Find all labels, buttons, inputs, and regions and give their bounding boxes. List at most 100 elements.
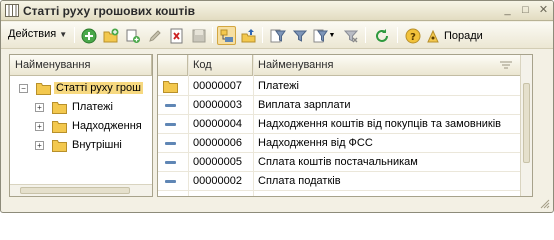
folder-icon bbox=[163, 81, 178, 93]
tips-icon bbox=[427, 29, 439, 42]
maximize-icon[interactable]: □ bbox=[519, 4, 532, 17]
delete-icon bbox=[170, 28, 182, 43]
tips-label: Поради bbox=[444, 29, 483, 42]
table-row[interactable]: 00000004 Надходження коштів від покупців… bbox=[158, 115, 521, 134]
hierarchy-view-icon bbox=[220, 29, 233, 42]
row-name: Сплата податків bbox=[258, 175, 341, 187]
list-vertical-scrollbar[interactable] bbox=[520, 55, 532, 196]
row-name: Сплата коштів постачальникам bbox=[258, 156, 418, 168]
column-header-name[interactable]: Найменування bbox=[253, 55, 521, 76]
row-code: 00000002 bbox=[193, 175, 242, 187]
actions-label: Действия bbox=[8, 28, 57, 40]
add-folder-icon bbox=[103, 28, 118, 42]
row-name: Надходження від ФСС bbox=[258, 137, 373, 149]
scrollbar-thumb[interactable] bbox=[20, 187, 130, 194]
table-row[interactable]: 00000002 Сплата податків bbox=[158, 172, 521, 191]
row-code: 00000007 bbox=[193, 80, 242, 92]
filter-icon bbox=[270, 29, 286, 42]
tree-root-label: Статті руху грош bbox=[54, 82, 143, 94]
hierarchy-view-button[interactable] bbox=[217, 26, 236, 45]
toolbar-divider bbox=[212, 27, 213, 43]
item-icon bbox=[165, 104, 176, 107]
add-button[interactable] bbox=[79, 26, 98, 45]
close-icon[interactable]: ✕ bbox=[537, 4, 550, 17]
tree-item[interactable]: + Надходження bbox=[10, 117, 152, 136]
row-code: 00000004 bbox=[193, 118, 242, 130]
tree-item-label: Платежі bbox=[72, 101, 113, 113]
row-code: 00000003 bbox=[193, 99, 242, 111]
main-window: Статті руху грошових коштів _ □ ✕ Действ… bbox=[0, 0, 554, 213]
resize-grip-icon[interactable] bbox=[540, 199, 550, 209]
add-icon bbox=[81, 28, 96, 43]
add-folder-button[interactable] bbox=[101, 26, 120, 45]
tree-item-label: Надходження bbox=[72, 120, 142, 132]
chevron-down-icon: ▼ bbox=[59, 30, 68, 39]
level-up-button[interactable] bbox=[239, 26, 258, 45]
column-header-name-label: Найменування bbox=[258, 59, 334, 71]
list-panel: Код Найменування 00000007 Платежі 000000… bbox=[157, 54, 533, 197]
table-row[interactable]: 00000003 Виплата зарплати bbox=[158, 96, 521, 115]
collapse-icon[interactable]: − bbox=[19, 84, 28, 93]
tree-horizontal-scrollbar[interactable] bbox=[10, 184, 152, 196]
toolbar-divider bbox=[74, 27, 75, 43]
column-header-icon[interactable] bbox=[158, 55, 188, 76]
folder-icon bbox=[52, 121, 67, 133]
table-row[interactable]: 00000007 Платежі bbox=[158, 77, 521, 96]
filter-button[interactable] bbox=[268, 26, 287, 45]
save-button[interactable] bbox=[189, 26, 208, 45]
sort-icon bbox=[500, 61, 512, 69]
expand-icon[interactable]: + bbox=[35, 122, 44, 131]
tree-item[interactable]: + Платежі bbox=[10, 98, 152, 117]
refresh-button[interactable] bbox=[372, 26, 391, 45]
help-button[interactable]: ? bbox=[403, 26, 422, 45]
tree-panel: Найменування − Статті руху грош + Платеж… bbox=[9, 54, 153, 197]
row-name: Надходження коштів від покупців та замов… bbox=[258, 118, 502, 130]
tree-item-label: Внутрішні bbox=[72, 139, 122, 151]
expand-icon[interactable]: + bbox=[35, 103, 44, 112]
copy-button[interactable] bbox=[123, 26, 142, 45]
clear-filter-button[interactable] bbox=[341, 26, 360, 45]
filter-list-icon bbox=[292, 30, 307, 42]
table-row[interactable]: 00000005 Сплата коштів постачальникам bbox=[158, 153, 521, 172]
row-code: 00000006 bbox=[193, 137, 242, 149]
delete-button[interactable] bbox=[167, 26, 186, 45]
actions-menu-button[interactable]: Действия ▼ bbox=[4, 26, 71, 45]
toolbar: Действия ▼ ▼ ? Поради bbox=[1, 22, 553, 49]
row-code: 00000005 bbox=[193, 156, 242, 168]
tree-header[interactable]: Найменування bbox=[10, 55, 152, 76]
toolbar-divider bbox=[365, 27, 366, 43]
tree-root-item[interactable]: − Статті руху грош bbox=[10, 79, 152, 98]
filter-by-value-button[interactable]: ▼ bbox=[312, 26, 336, 45]
catalog-icon bbox=[5, 4, 19, 17]
column-header-code[interactable]: Код bbox=[188, 55, 253, 76]
folder-icon bbox=[52, 102, 67, 114]
item-icon bbox=[165, 123, 176, 126]
folder-open-icon bbox=[36, 83, 51, 95]
help-icon: ? bbox=[405, 28, 420, 43]
svg-text:?: ? bbox=[410, 32, 416, 43]
copy-icon bbox=[126, 29, 140, 43]
filter-list-button[interactable] bbox=[290, 26, 309, 45]
item-icon bbox=[165, 142, 176, 145]
title-bar[interactable]: Статті руху грошових коштів _ □ ✕ bbox=[1, 1, 553, 21]
tree-item[interactable]: + Внутрішні bbox=[10, 136, 152, 155]
scrollbar-thumb[interactable] bbox=[523, 83, 530, 163]
minimize-icon[interactable]: _ bbox=[501, 4, 514, 17]
save-icon bbox=[192, 29, 205, 42]
window-title: Статті руху грошових коштів bbox=[23, 4, 195, 18]
clear-filter-icon bbox=[343, 30, 358, 42]
row-name: Платежі bbox=[258, 80, 299, 92]
toolbar-divider bbox=[397, 27, 398, 43]
item-icon bbox=[165, 161, 176, 164]
edit-button[interactable] bbox=[145, 26, 164, 45]
toolbar-divider bbox=[262, 27, 263, 43]
refresh-icon bbox=[375, 28, 388, 42]
tips-button[interactable]: Поради bbox=[425, 26, 483, 45]
expand-icon[interactable]: + bbox=[35, 141, 44, 150]
filter-dropdown-icon bbox=[313, 29, 328, 42]
edit-icon bbox=[148, 29, 161, 42]
folder-icon bbox=[52, 140, 67, 152]
level-up-icon bbox=[241, 28, 255, 42]
row-name: Виплата зарплати bbox=[258, 99, 351, 111]
table-row[interactable]: 00000006 Надходження від ФСС bbox=[158, 134, 521, 153]
